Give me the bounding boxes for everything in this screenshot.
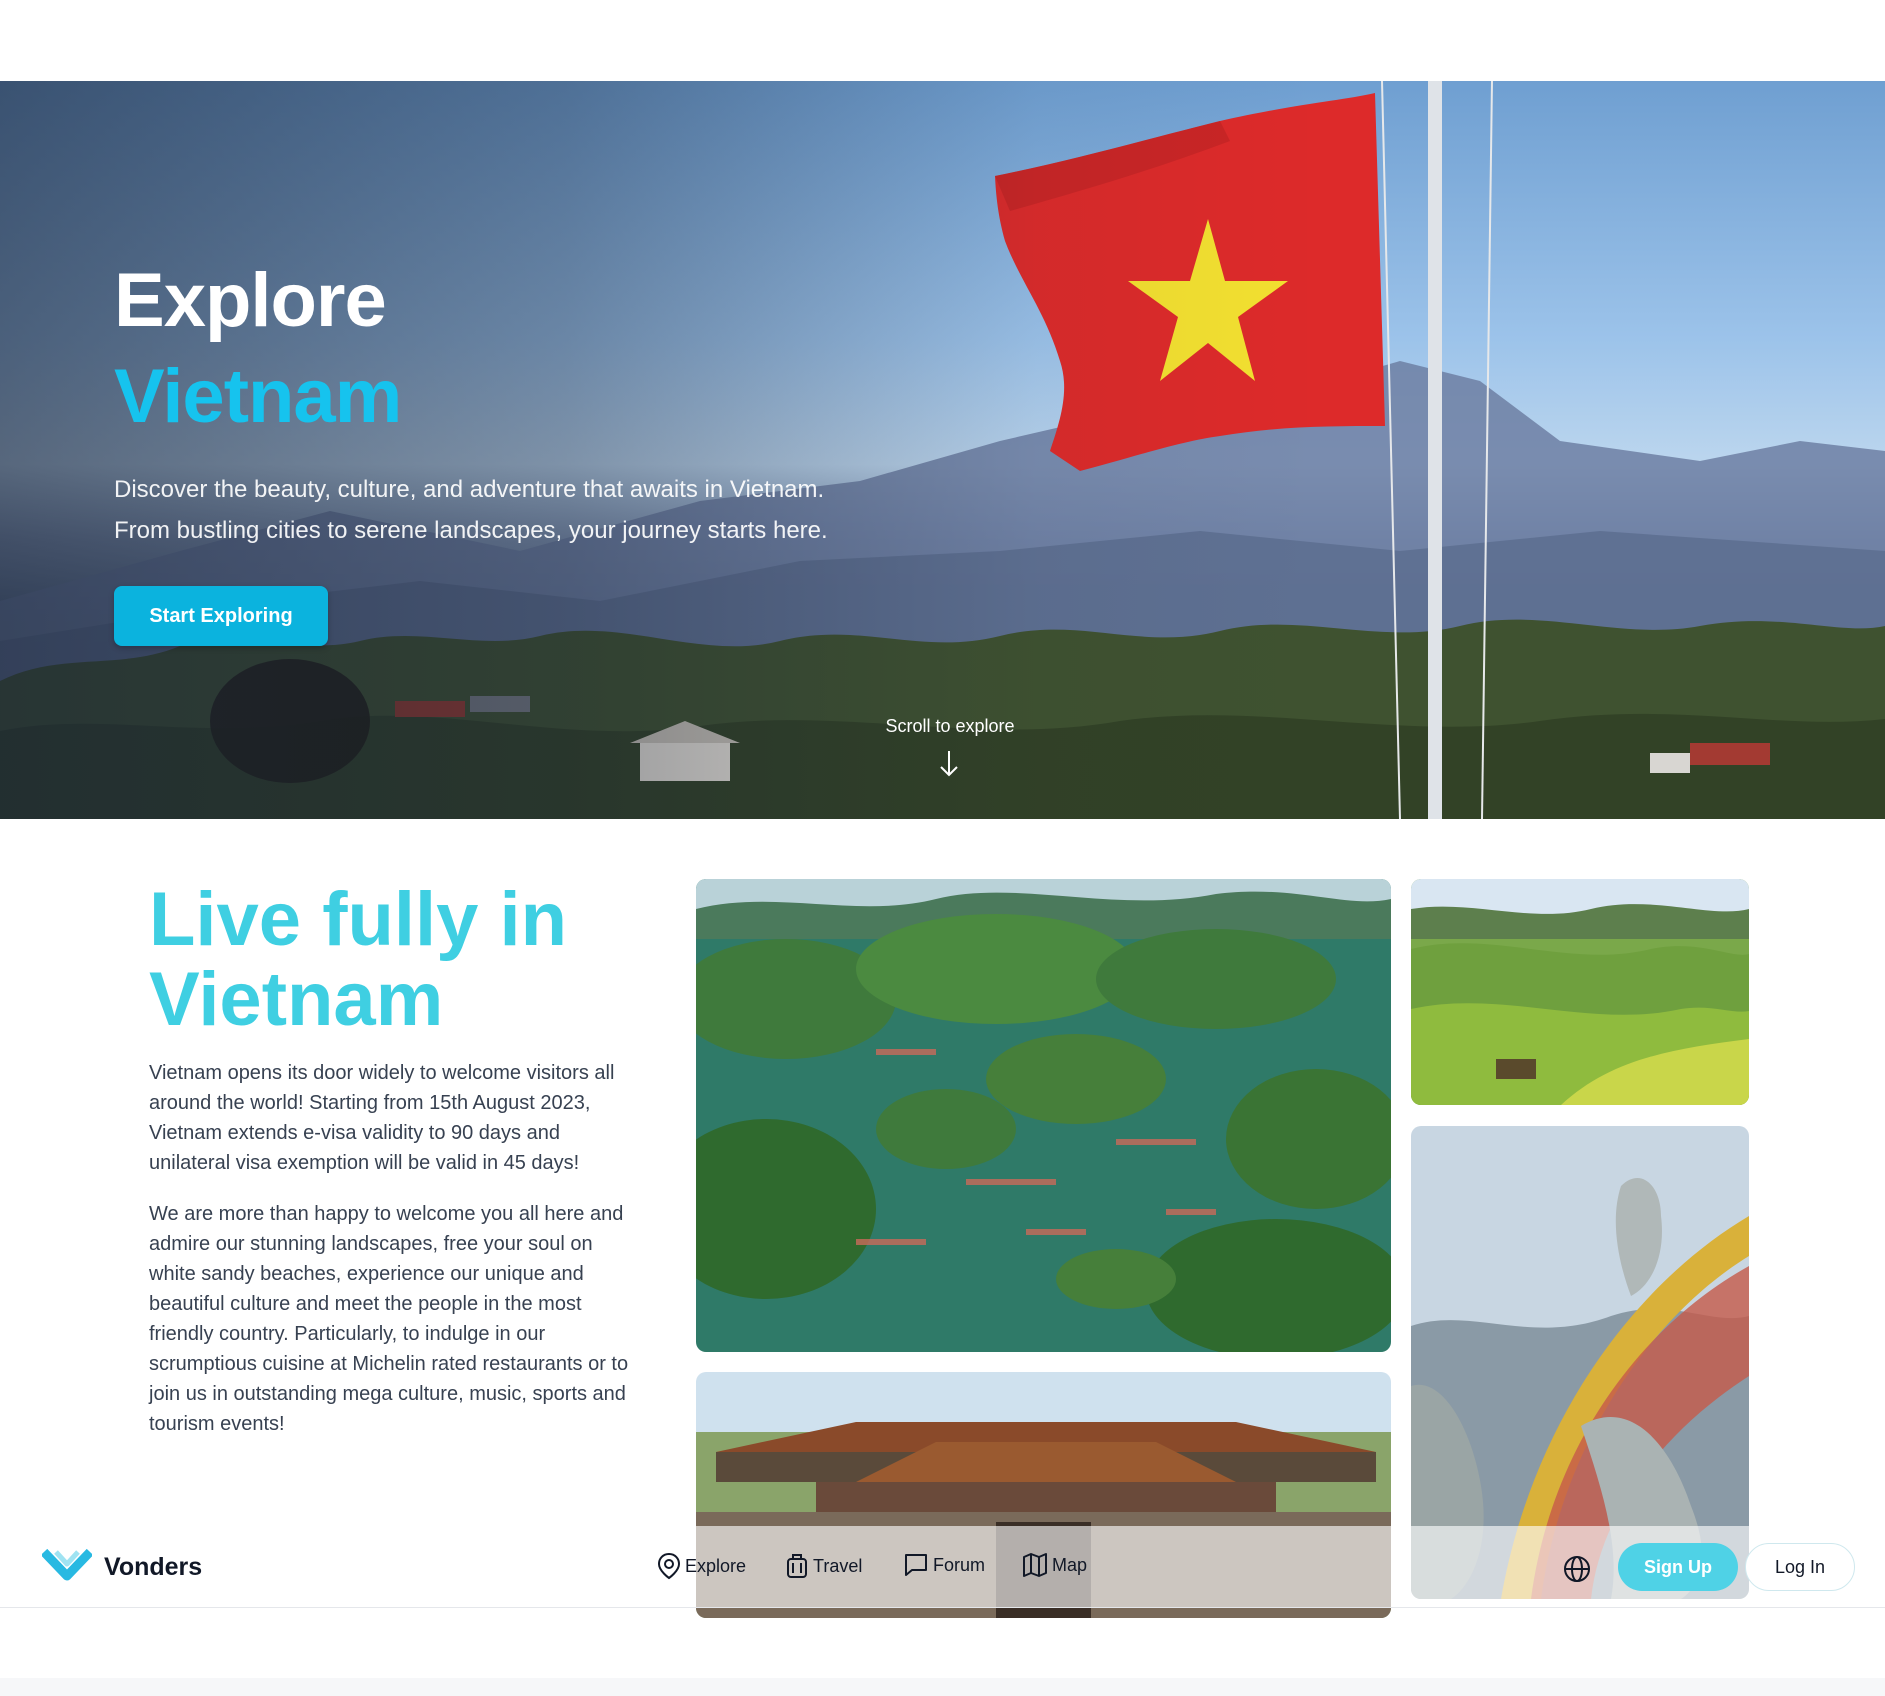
chat-bubble-icon [905,1554,927,1576]
nav-travel[interactable]: Travel [785,1552,862,1580]
hero-subtitle-line1: Discover the beauty, culture, and advent… [114,476,825,503]
main-navbar: Vonders Explore Travel Forum Map Sign Up… [0,1526,1885,1608]
nav-forum-label: Forum [933,1554,986,1575]
vonders-logo-icon [42,1548,92,1581]
brand[interactable]: Vonders [42,1546,202,1588]
intro-paragraph-2: We are more than happy to welcome you al… [149,1203,629,1435]
map-pin-icon [657,1552,681,1580]
section-title: Live fully in Vietnam [149,877,568,1042]
hero-subtitle: Discover the beauty, culture, and advent… [114,469,914,551]
scroll-hint: Scroll to explore [885,716,1015,736]
nav-map-label: Map [1052,1554,1088,1575]
hero-title-line2: Vietnam [114,354,402,439]
globe-icon[interactable] [1562,1554,1592,1584]
luggage-icon [787,1554,807,1578]
nav-explore[interactable]: Explore [657,1552,746,1580]
hero-subtitle-line2: From bustling cities to serene landscape… [114,517,828,544]
hero-banner: Explore Vietnam Discover the beauty, cul… [0,81,1885,819]
nav-map[interactable]: Map [1022,1552,1087,1578]
nav-forum[interactable]: Forum [903,1552,985,1578]
sign-up-button[interactable]: Sign Up [1618,1543,1738,1591]
brand-name: Vonders [104,1552,203,1581]
start-exploring-button[interactable]: Start Exploring [114,586,328,646]
nav-travel-label: Travel [813,1555,863,1576]
map-icon [1023,1553,1047,1577]
ha-long-bay-photo[interactable] [696,879,1391,1352]
nav-explore-label: Explore [685,1555,747,1576]
intro-paragraph-1: Vietnam opens its door widely to welcome… [149,1062,615,1174]
footer-strip [0,1678,1885,1696]
arrow-down-icon[interactable] [938,749,960,779]
hero-overlay [0,81,1885,819]
hero-title-line1: Explore [114,258,387,343]
log-in-button[interactable]: Log In [1745,1543,1855,1591]
rice-terraces-photo[interactable] [1411,879,1749,1105]
